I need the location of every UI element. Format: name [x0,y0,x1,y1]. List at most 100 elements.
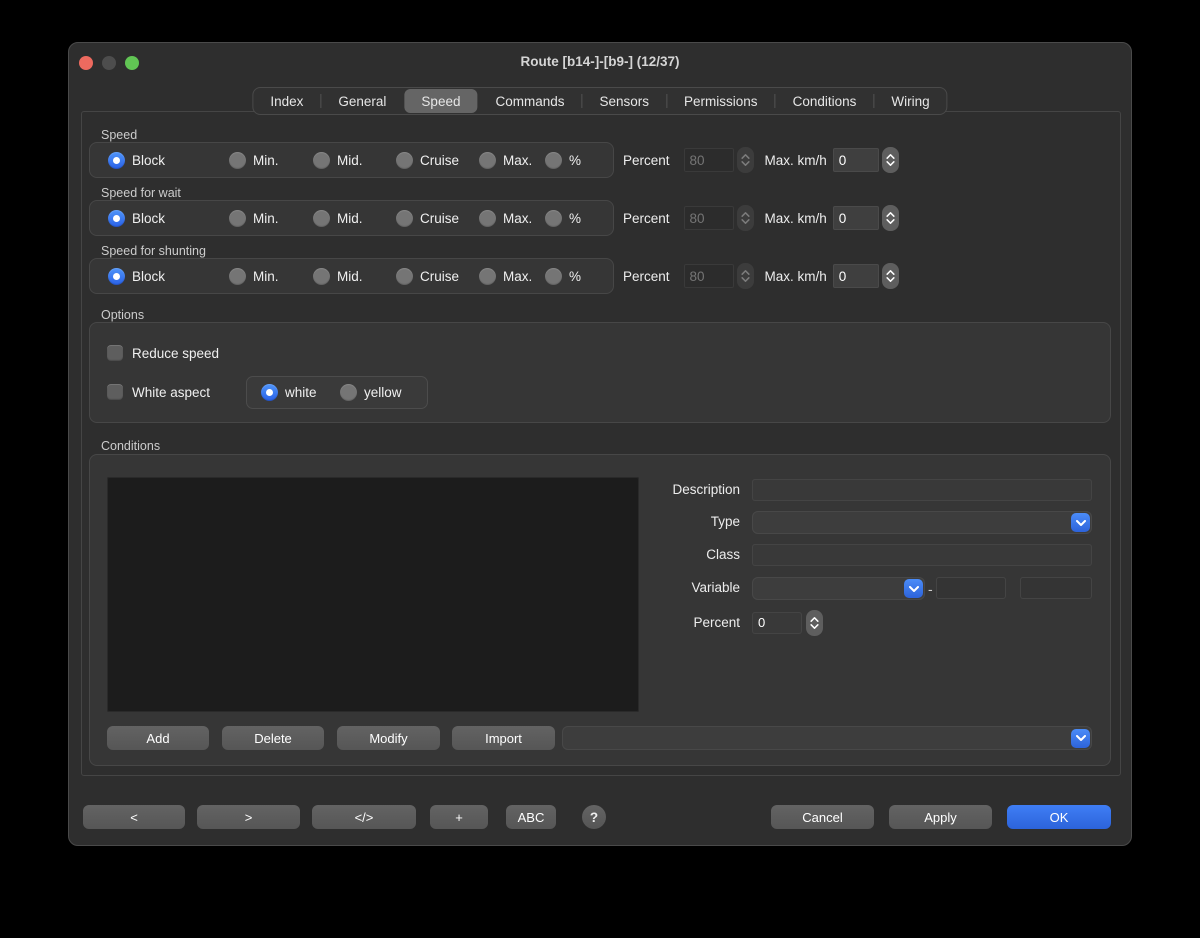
radio-icon[interactable] [396,210,413,227]
reduce-speed-option: Reduce speed [107,345,219,361]
chevron-down-icon[interactable] [1071,729,1090,748]
modify-button[interactable]: Modify [337,726,440,750]
add-button[interactable]: Add [107,726,209,750]
radio-icon[interactable] [545,152,562,169]
conditions-import-dropdown[interactable] [562,726,1092,750]
radio-icon[interactable] [479,152,496,169]
max-kmh-field[interactable]: 0 [833,264,879,288]
radio-icon[interactable] [396,268,413,285]
radio-option-min[interactable]: Min. [229,259,279,293]
section-label-speed-shunting: Speed for shunting [101,244,206,258]
radio-option-block[interactable]: Block [108,201,165,235]
chevron-down-icon[interactable] [904,579,923,598]
variable-extra-field[interactable] [1020,577,1092,599]
radio-icon[interactable] [545,268,562,285]
abc-button[interactable]: ABC [506,805,556,829]
class-field[interactable] [752,544,1092,566]
condition-percent-stepper[interactable] [806,610,823,636]
radio-option-percent[interactable]: % [545,143,581,177]
radio-option-block[interactable]: Block [108,259,165,293]
tab-index[interactable]: Index [253,88,320,114]
type-dropdown[interactable] [752,511,1092,534]
radio-option-mid[interactable]: Mid. [313,201,363,235]
radio-icon[interactable] [313,152,330,169]
code-button[interactable]: </> [312,805,416,829]
radio-icon[interactable] [340,384,357,401]
radio-option-white[interactable]: white [261,377,317,408]
percent-field[interactable]: 80 [684,206,734,230]
ok-button[interactable]: OK [1007,805,1111,829]
radio-icon[interactable] [229,268,246,285]
radio-option-min[interactable]: Min. [229,201,279,235]
max-kmh-stepper[interactable] [882,263,899,289]
condition-percent-field[interactable]: 0 [752,612,802,634]
radio-option-mid[interactable]: Mid. [313,259,363,293]
tab-permissions[interactable]: Permissions [667,88,775,114]
type-label: Type [600,511,740,533]
close-button[interactable] [79,56,93,70]
max-kmh-stepper[interactable] [882,205,899,231]
prev-route-button[interactable]: < [83,805,185,829]
chevron-down-icon[interactable] [1071,513,1090,532]
max-kmh-label: Max. km/h [765,269,827,284]
max-kmh-field[interactable]: 0 [833,148,879,172]
radio-option-percent[interactable]: % [545,259,581,293]
percent-stepper[interactable] [737,263,754,289]
delete-button[interactable]: Delete [222,726,324,750]
radio-icon[interactable] [108,210,125,227]
zoom-button[interactable] [125,56,139,70]
percent-stepper[interactable] [737,205,754,231]
radio-option-percent[interactable]: % [545,201,581,235]
radio-icon[interactable] [261,384,278,401]
tab-commands[interactable]: Commands [478,88,581,114]
import-button[interactable]: Import [452,726,555,750]
radio-icon[interactable] [229,210,246,227]
tab-general[interactable]: General [321,88,403,114]
help-button[interactable]: ? [582,805,606,829]
radio-icon[interactable] [479,210,496,227]
radio-option-max[interactable]: Max. [479,201,532,235]
radio-icon[interactable] [396,152,413,169]
radio-icon[interactable] [313,210,330,227]
radio-label: Min. [253,153,279,168]
tab-wiring[interactable]: Wiring [874,88,946,114]
radio-icon[interactable] [545,210,562,227]
cancel-button[interactable]: Cancel [771,805,874,829]
radio-option-yellow[interactable]: yellow [340,377,402,408]
radio-icon[interactable] [229,152,246,169]
radio-option-min[interactable]: Min. [229,143,279,177]
max-kmh-field[interactable]: 0 [833,206,879,230]
conditions-list[interactable] [107,477,639,712]
tab-sensors[interactable]: Sensors [583,88,667,114]
percent-field[interactable]: 80 [684,264,734,288]
description-field[interactable] [752,479,1092,501]
variable-min-field[interactable] [936,577,1006,599]
options-group: Reduce speed White aspect white yellow [89,322,1111,423]
percent-stepper[interactable] [737,147,754,173]
percent-field[interactable]: 80 [684,148,734,172]
tab-speed[interactable]: Speed [404,89,477,113]
radio-icon[interactable] [479,268,496,285]
next-route-button[interactable]: > [197,805,300,829]
white-aspect-option: White aspect [107,384,210,400]
minimize-button[interactable] [102,56,116,70]
radio-label: Block [132,153,165,168]
white-aspect-checkbox[interactable] [107,384,123,400]
add-new-button[interactable]: + [430,805,488,829]
radio-option-cruise[interactable]: Cruise [396,259,459,293]
white-aspect-label: White aspect [132,385,210,400]
radio-option-block[interactable]: Block [108,143,165,177]
radio-option-mid[interactable]: Mid. [313,143,363,177]
apply-button[interactable]: Apply [889,805,992,829]
radio-option-cruise[interactable]: Cruise [396,143,459,177]
max-kmh-stepper[interactable] [882,147,899,173]
radio-option-max[interactable]: Max. [479,259,532,293]
reduce-speed-checkbox[interactable] [107,345,123,361]
tab-conditions[interactable]: Conditions [776,88,874,114]
variable-dropdown[interactable] [752,577,925,600]
radio-icon[interactable] [108,268,125,285]
radio-option-cruise[interactable]: Cruise [396,201,459,235]
radio-icon[interactable] [108,152,125,169]
radio-icon[interactable] [313,268,330,285]
radio-option-max[interactable]: Max. [479,143,532,177]
